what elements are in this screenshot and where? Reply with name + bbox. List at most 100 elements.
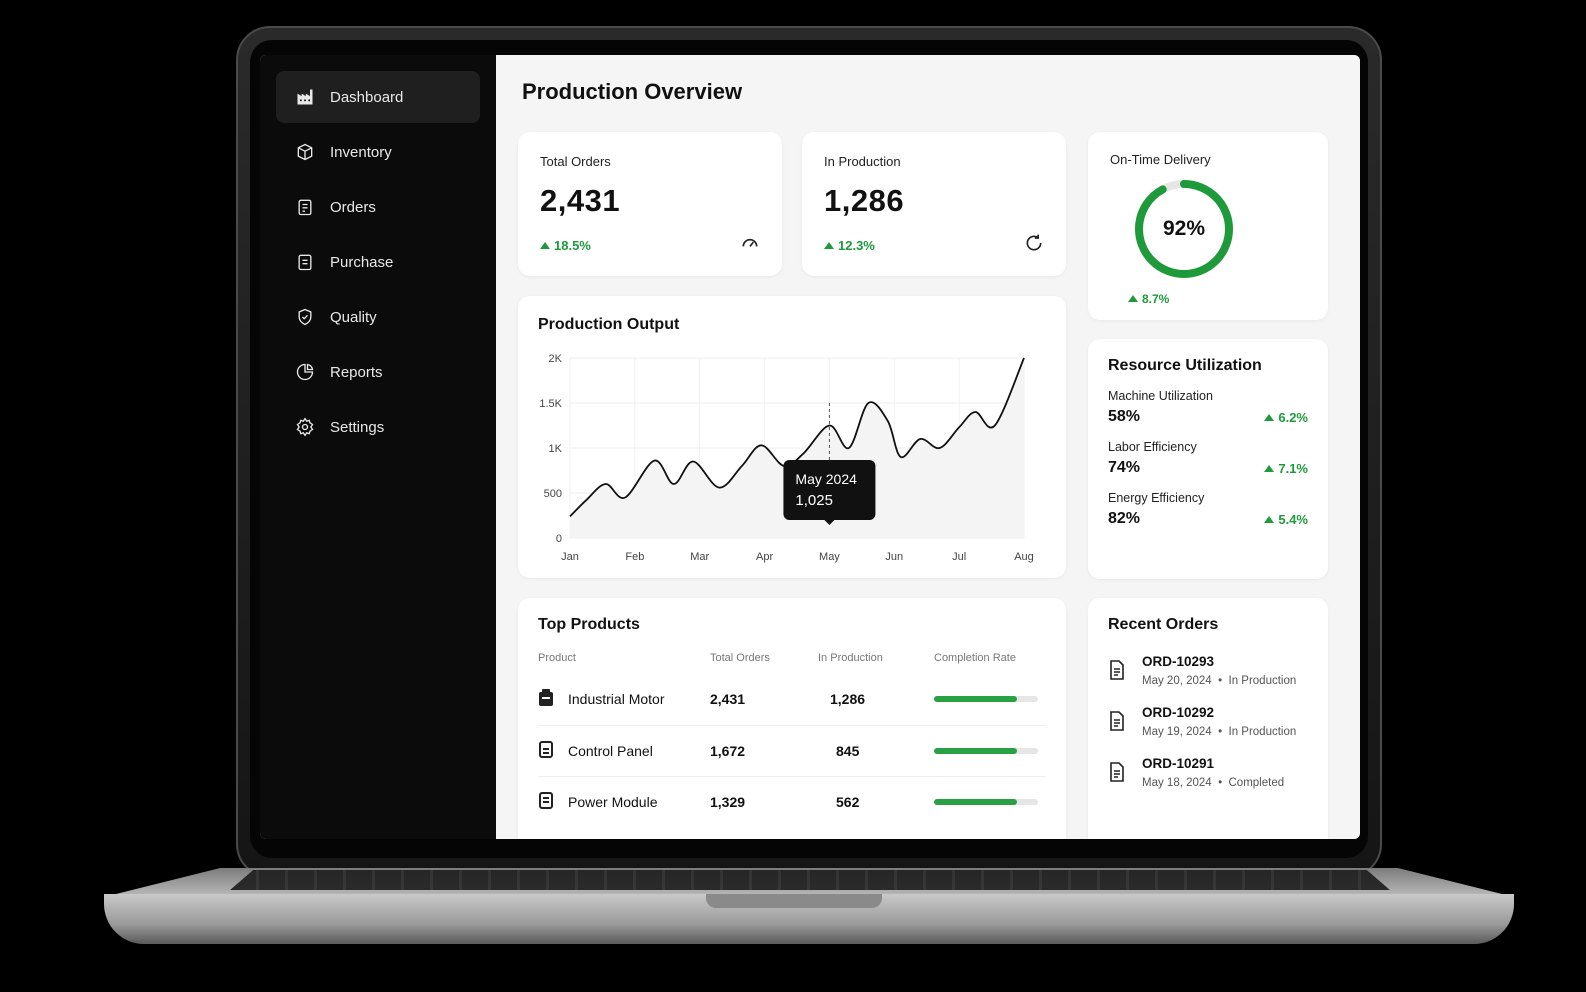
chart-tooltip <box>783 460 876 520</box>
order-item[interactable]: ORD-10293 May 20, 2024 • In Production <box>1108 654 1308 687</box>
sidebar-item-settings[interactable]: Settings <box>276 401 480 453</box>
kpi-delta: 12.3% <box>824 238 875 253</box>
sidebar-item-inventory[interactable]: Inventory <box>276 126 480 178</box>
y-tick-label: 1.5K <box>539 398 562 410</box>
kpi-label: Total Orders <box>540 154 611 169</box>
total-orders-cell: 1,329 <box>710 793 746 810</box>
recent-orders-card: Recent Orders ORD-10293 May 20, 2024 • I… <box>1088 598 1328 839</box>
resource-delta-value: 6.2% <box>1278 409 1308 425</box>
resource-name: Machine Utilization <box>1108 389 1213 403</box>
table-row[interactable]: Industrial Motor 2,431 1,286 <box>538 674 1046 726</box>
order-status: In Production <box>1228 726 1297 738</box>
total-orders-cell: 2,431 <box>710 674 818 726</box>
tooltip-label: May 2024 <box>795 471 857 487</box>
factory-icon <box>294 86 316 108</box>
order-item[interactable]: ORD-10291 May 18, 2024 • Completed <box>1108 756 1308 789</box>
motor-icon <box>538 688 554 710</box>
completion-bar <box>934 747 1038 754</box>
sidebar-item-label: Inventory <box>330 143 392 161</box>
card-title: Top Products <box>538 616 640 633</box>
production-output-card: Production Output 0 500 1K 1.5K 2K Jan Feb Mar A… <box>518 296 1066 578</box>
resource-value: 82% <box>1108 510 1141 527</box>
document-icon <box>1108 705 1126 738</box>
kpi-label: In Production <box>824 154 901 169</box>
kpi-delta-value: 18.5% <box>554 238 591 253</box>
product-name: Control Panel <box>568 742 653 759</box>
donut-gauge: 92% <box>1132 177 1236 281</box>
order-date: May 20, 2024 <box>1142 675 1212 687</box>
production-output-chart[interactable]: 0 500 1K 1.5K 2K Jan Feb Mar Apr May Jun Jul Aug May … <box>528 344 1038 572</box>
laptop-keyboard <box>230 870 1390 890</box>
resource-row-labor: Labor Efficiency 74% 7.1% <box>1108 440 1308 477</box>
document-icon <box>1108 756 1126 789</box>
resource-delta: 7.1% <box>1264 461 1308 476</box>
y-tick-label: 0 <box>556 533 562 545</box>
sidebar: Dashboard Inventory Orders Purchase Qual… <box>260 55 496 839</box>
donut-value: 92% <box>1162 217 1206 240</box>
kpi-delta: 18.5% <box>540 238 591 253</box>
x-tick-label: Mar <box>690 551 709 563</box>
card-title: Resource Utilization <box>1108 357 1262 374</box>
up-arrow-icon <box>540 242 550 249</box>
module-icon <box>538 791 554 812</box>
sidebar-item-dashboard[interactable]: Dashboard <box>276 71 480 123</box>
column-header[interactable]: Completion Rate <box>934 652 1046 674</box>
y-tick-label: 2K <box>549 353 563 365</box>
tooltip-value: 1,025 <box>795 492 833 509</box>
gear-icon <box>294 416 316 438</box>
completion-bar <box>934 696 1038 703</box>
sidebar-item-label: Dashboard <box>330 88 404 106</box>
table-row[interactable]: Power Module 1,329 562 <box>538 776 1046 827</box>
column-header[interactable]: In Production <box>818 652 934 674</box>
y-tick-label: 500 <box>544 488 562 500</box>
resource-delta-value: 7.1% <box>1278 460 1308 476</box>
kpi-value: 1,286 <box>824 183 905 218</box>
shield-check-icon <box>294 306 316 328</box>
clipboard-icon <box>294 196 316 218</box>
table-row[interactable]: Control Panel 1,672 845 <box>538 725 1046 777</box>
sidebar-item-orders[interactable]: Orders <box>276 181 480 233</box>
kpi-label: On-Time Delivery <box>1110 152 1211 167</box>
x-tick-label: Feb <box>625 551 644 563</box>
y-tick-label: 1K <box>549 443 563 455</box>
resource-name: Energy Efficiency <box>1108 491 1205 505</box>
sidebar-item-label: Purchase <box>330 253 394 271</box>
sidebar-item-label: Orders <box>330 198 376 216</box>
resource-delta: 6.2% <box>1264 410 1308 425</box>
completion-bar-fill <box>934 696 1018 703</box>
column-header[interactable]: Total Orders <box>710 652 818 674</box>
kpi-card-on-time-delivery[interactable]: On-Time Delivery 92% 8.7% <box>1088 132 1328 320</box>
kpi-card-total-orders[interactable]: Total Orders 2,431 18.5% <box>518 132 782 276</box>
kpi-card-in-production[interactable]: In Production 1,286 12.3% <box>802 132 1066 276</box>
product-name: Industrial Motor <box>568 691 665 708</box>
order-status: In Production <box>1228 675 1297 687</box>
in-production-cell: 1,286 <box>818 674 934 726</box>
sidebar-item-purchase[interactable]: Purchase <box>276 236 480 288</box>
order-id: ORD-10292 <box>1142 705 1215 720</box>
completion-bar-fill <box>934 747 1018 754</box>
x-tick-label: Jun <box>885 551 903 563</box>
resource-delta: 5.4% <box>1264 512 1308 527</box>
completion-bar-fill <box>934 798 1018 805</box>
kpi-delta: 8.7% <box>1128 292 1169 306</box>
in-production-cell: 845 <box>818 725 934 777</box>
sidebar-item-label: Settings <box>330 418 385 436</box>
resource-row-energy: Energy Efficiency 82% 5.4% <box>1108 491 1308 528</box>
laptop-lid: Dashboard Inventory Orders Purchase Qual… <box>236 26 1382 878</box>
order-id: ORD-10291 <box>1142 756 1215 771</box>
order-date: May 19, 2024 <box>1142 726 1212 738</box>
up-arrow-icon <box>824 242 834 249</box>
refresh-icon <box>1024 233 1044 258</box>
chart-title: Production Output <box>538 316 680 333</box>
sidebar-item-quality[interactable]: Quality <box>276 291 480 343</box>
sidebar-item-reports[interactable]: Reports <box>276 346 480 398</box>
order-date: May 18, 2024 <box>1142 777 1212 789</box>
kpi-value: 2,431 <box>540 183 621 218</box>
column-header[interactable]: Product <box>538 652 710 674</box>
resource-value: 58% <box>1108 408 1141 425</box>
order-item[interactable]: ORD-10292 May 19, 2024 • In Production <box>1108 705 1308 738</box>
up-arrow-icon <box>1264 515 1275 523</box>
resource-value: 74% <box>1108 459 1141 476</box>
completion-bar <box>934 798 1038 805</box>
x-tick-label: Aug <box>1014 551 1034 563</box>
